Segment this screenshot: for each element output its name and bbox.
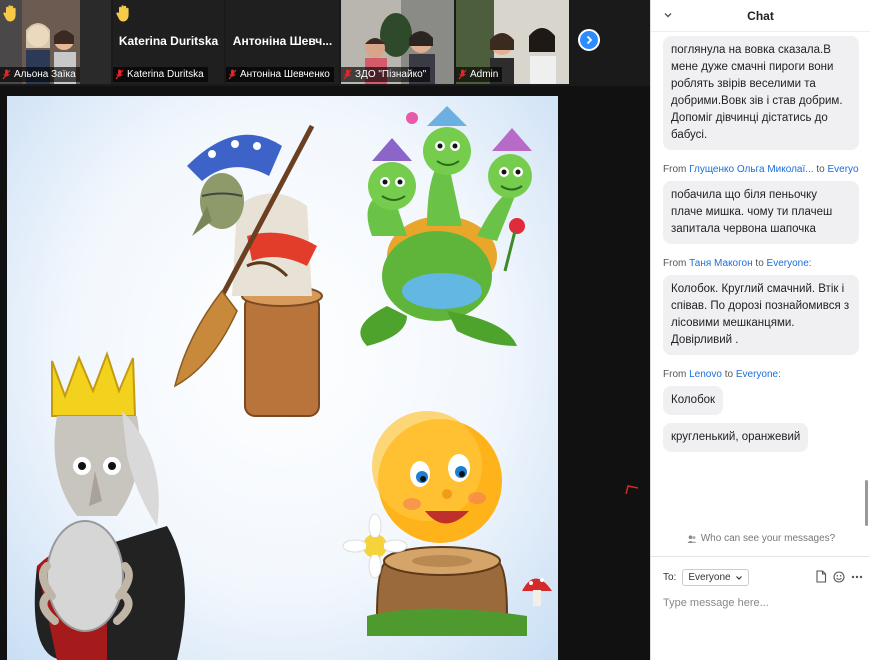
recipient-select[interactable]: Everyone: [682, 569, 749, 586]
mic-muted-icon: [228, 69, 237, 80]
recipient-name[interactable]: Everyone:: [767, 258, 812, 269]
participant-tile[interactable]: Альона Заїка: [0, 0, 111, 84]
participant-tile[interactable]: Admin: [456, 0, 569, 84]
mic-muted-icon: [458, 69, 467, 80]
participant-strip: Альона Заїка Katerina Duritska Katerina …: [0, 0, 650, 86]
chat-message: Колобок. Круглий смачний. Втік і співав.…: [663, 275, 859, 355]
participant-name: ЗДО "Пізнайко": [355, 69, 427, 80]
mic-muted-icon: [2, 69, 11, 80]
annotation-mark-icon: [625, 485, 639, 495]
mic-muted-icon: [115, 69, 124, 80]
chat-title: Chat: [747, 8, 774, 23]
raised-hand-icon: [3, 5, 16, 22]
participant-label: Katerina Duritska: [113, 67, 208, 82]
chat-message-input[interactable]: [663, 597, 859, 609]
chevron-down-icon[interactable]: [663, 10, 673, 20]
chevron-down-icon: [735, 575, 742, 580]
recipient-row: To: Everyone: [663, 569, 749, 586]
recipient-name[interactable]: Everyone:: [736, 369, 781, 380]
participant-tile[interactable]: Katerina Duritska Katerina Duritska: [113, 0, 224, 84]
participant-name: Admin: [470, 69, 499, 80]
baba-yaga-illustration: [173, 124, 323, 417]
participant-display-name: Katerina Duritska: [118, 34, 219, 48]
more-options-icon[interactable]: [851, 571, 863, 583]
fairy-tale-illustration: [34, 106, 552, 660]
participant-display-name: Антоніна Шевч...: [232, 34, 333, 48]
privacy-note[interactable]: Who can see your messages?: [651, 533, 870, 544]
koschei-illustration: [34, 350, 186, 660]
recipient-name[interactable]: Everyone:: [827, 164, 859, 175]
participant-label: Альона Заїка: [0, 67, 80, 82]
composer-tools: [815, 570, 863, 583]
chat-message: Колобок: [663, 386, 724, 415]
participant-label: Антоніна Шевченко: [226, 67, 334, 82]
chat-message-sender: From Lenovo to Everyone:: [663, 369, 781, 380]
chevron-right-icon: [586, 35, 593, 45]
dragon-illustration: [360, 106, 532, 346]
file-icon[interactable]: [815, 570, 827, 583]
participant-name: Katerina Duritska: [127, 69, 204, 80]
participant-name: Альона Заїка: [14, 69, 76, 80]
participant-tile[interactable]: Антоніна Шевч... Антоніна Шевченко: [226, 0, 339, 84]
chat-message-list[interactable]: поглянула на вовка сказала.В мене дуже с…: [651, 32, 870, 528]
shared-slide: [7, 96, 558, 660]
chat-message: побачила що біля пеньочку плаче мишка. ч…: [663, 181, 859, 244]
participant-label: Admin: [456, 67, 503, 82]
people-icon: [687, 534, 697, 543]
participant-tile[interactable]: ЗДО "Пізнайко": [341, 0, 454, 84]
sender-name[interactable]: Таня Макогон: [689, 258, 753, 269]
chat-message: кругленький, оранжевий: [663, 423, 809, 452]
chat-scrollbar[interactable]: [865, 480, 868, 526]
chat-panel: Chat поглянула на вовка сказала.В мене д…: [650, 0, 870, 660]
screen-share-area: [0, 86, 650, 660]
to-label: To:: [663, 572, 677, 583]
kolobok-illustration: [342, 411, 552, 636]
sender-name[interactable]: Lenovo: [689, 369, 722, 380]
next-page-button[interactable]: [578, 29, 600, 51]
chat-composer: To: Everyone: [651, 556, 870, 660]
chat-message: поглянула на вовка сказала.В мене дуже с…: [663, 36, 859, 150]
mic-muted-icon: [343, 69, 352, 80]
chat-message-sender: From Таня Макогон to Everyone:: [663, 258, 812, 269]
chat-message-sender: From Глущенко Ольга Миколаї... to Everyo…: [663, 164, 859, 175]
raised-hand-icon: [116, 5, 129, 22]
participant-label: ЗДО "Пізнайко": [341, 67, 431, 82]
sender-name[interactable]: Глущенко Ольга Миколаї...: [689, 164, 813, 175]
chat-header: Chat: [651, 0, 870, 32]
participant-name: Антоніна Шевченко: [240, 69, 330, 80]
emoji-icon[interactable]: [833, 570, 845, 583]
